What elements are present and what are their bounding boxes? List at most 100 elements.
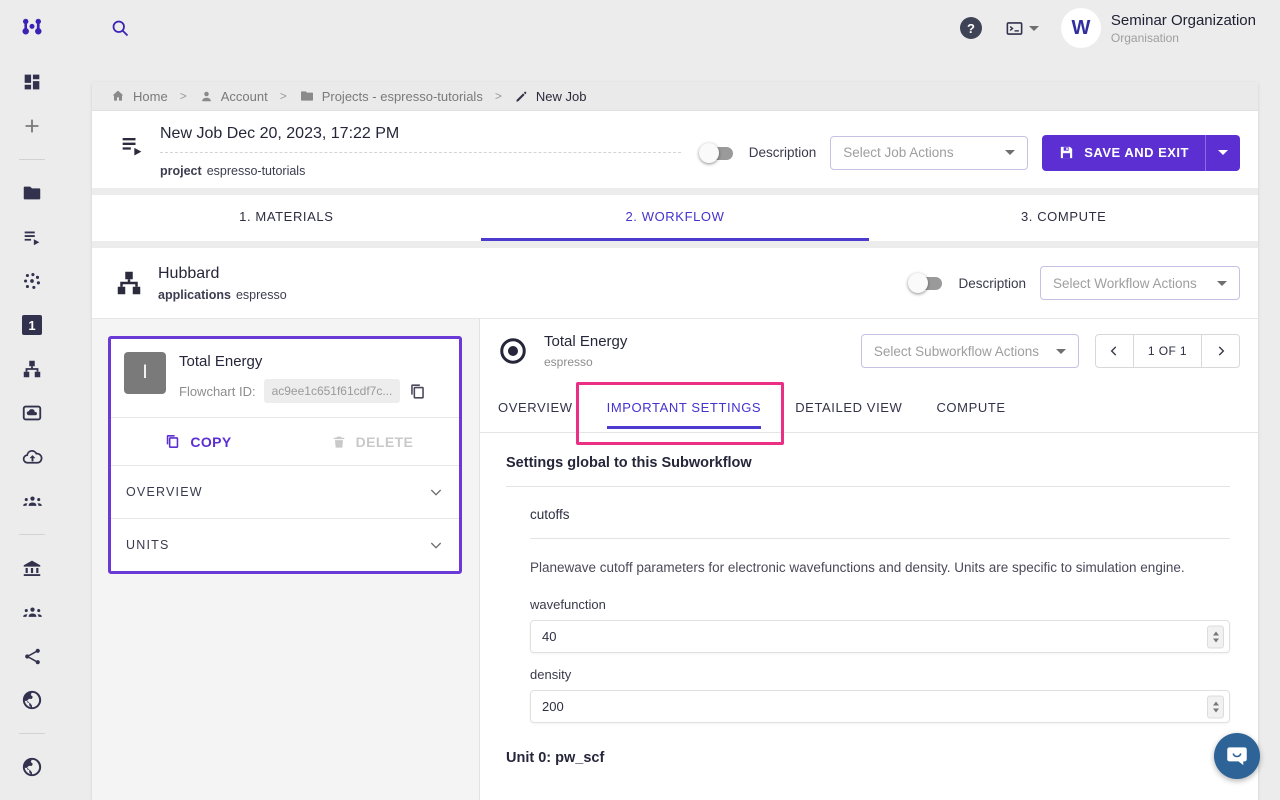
workflow-title: Hubbard <box>158 265 287 283</box>
people-icon[interactable] <box>20 600 44 624</box>
main-content: Home > Account > Projects - espresso-tut… <box>92 82 1258 800</box>
job-actions-select[interactable]: Select Job Actions <box>830 136 1028 170</box>
unit-badge: I <box>124 352 166 394</box>
delete-unit-button[interactable]: DELETE <box>285 433 459 450</box>
important-settings-content: Settings global to this Subworkflow cuto… <box>480 433 1258 800</box>
breadcrumb-separator: > <box>177 89 190 103</box>
pencil-icon <box>514 89 529 104</box>
density-stepper[interactable] <box>1207 695 1224 718</box>
folder-icon[interactable] <box>20 181 44 205</box>
section-gap <box>92 188 1258 195</box>
accordion-units[interactable]: UNITS <box>111 518 459 571</box>
subworkflow-title: Total Energy <box>544 333 627 350</box>
density-field <box>530 690 1230 723</box>
cloud-box-icon[interactable] <box>20 401 44 425</box>
chevron-down-icon <box>1005 150 1015 155</box>
unit-section-heading: Unit 0: pw_scf <box>506 750 1230 766</box>
unit-list-pane: I Total Energy Flowchart ID: ac9ee1c651f… <box>92 319 480 800</box>
workflows-icon[interactable] <box>20 357 44 381</box>
copy-id-icon[interactable] <box>408 382 427 401</box>
field-label-wavefunction: wavefunction <box>530 597 1230 612</box>
workflow-actions-select[interactable]: Select Workflow Actions <box>1040 266 1240 300</box>
breadcrumb-new-job[interactable]: New Job <box>514 89 587 104</box>
workflow-description-toggle[interactable] <box>908 273 944 293</box>
tab-materials[interactable]: 1. MATERIALS <box>92 195 481 241</box>
job-title-field[interactable]: New Job Dec 20, 2023, 17:22 PM <box>160 125 681 153</box>
breadcrumb-separator: > <box>492 89 505 103</box>
workflow-header: Hubbard applicationsespresso Description… <box>92 248 1258 318</box>
breadcrumb-home[interactable]: Home <box>110 88 168 104</box>
job-icon <box>118 131 146 178</box>
step-up-icon <box>1213 631 1219 635</box>
pager-prev-button[interactable] <box>1096 335 1133 367</box>
bank-icon[interactable] <box>20 556 44 580</box>
copy-icon <box>164 433 181 450</box>
save-and-exit-button[interactable]: SAVE AND EXIT <box>1042 135 1240 171</box>
chevron-left-icon <box>1107 344 1121 358</box>
team-icon[interactable] <box>20 489 44 513</box>
account-menu[interactable]: W Seminar Organization Organisation <box>1061 8 1256 48</box>
tab-compute-sub[interactable]: COMPUTE <box>936 383 1005 432</box>
step-down-icon <box>1213 708 1219 712</box>
chevron-down-icon <box>428 484 444 500</box>
subworkflow-tabs: OVERVIEW IMPORTANT SETTINGS DETAILED VIE… <box>480 383 1258 433</box>
pager-next-button[interactable] <box>1202 335 1239 367</box>
copy-unit-button[interactable]: COPY <box>111 433 285 450</box>
save-icon <box>1058 144 1075 161</box>
description-toggle-label: Description <box>749 145 817 160</box>
breadcrumb-account[interactable]: Account <box>199 89 268 104</box>
unit-card-title: Total Energy <box>179 353 427 370</box>
org-subtitle: Organisation <box>1111 31 1256 45</box>
step-up-icon <box>1213 701 1219 705</box>
field-label-density: density <box>530 667 1230 682</box>
settings-heading: Settings global to this Subworkflow <box>506 455 1230 487</box>
tab-important-settings[interactable]: IMPORTANT SETTINGS <box>607 383 762 432</box>
subworkflow-actions-select[interactable]: Select Subworkflow Actions <box>861 334 1079 368</box>
wavefunction-field <box>530 620 1230 653</box>
number-one-icon[interactable]: 1 <box>20 313 44 337</box>
terminal-caret-icon <box>1029 26 1039 31</box>
avatar[interactable]: W <box>1061 8 1101 48</box>
chat-button[interactable] <box>1214 733 1260 779</box>
group-description: Planewave cutoff parameters for electron… <box>530 539 1230 591</box>
sidebar-divider <box>19 534 45 535</box>
pager-label: 1 OF 1 <box>1133 335 1202 367</box>
flowchart-id-value[interactable]: ac9ee1c651f61cdf7c... <box>264 379 401 403</box>
breadcrumb-project[interactable]: Projects - espresso-tutorials <box>299 88 483 104</box>
job-project: projectespresso-tutorials <box>160 164 681 178</box>
home-icon <box>110 88 126 104</box>
job-header: New Job Dec 20, 2023, 17:22 PM projectes… <box>92 111 1258 188</box>
workflow-description-label: Description <box>958 276 1026 291</box>
search-icon[interactable] <box>110 18 131 39</box>
wavefunction-input[interactable] <box>530 620 1230 653</box>
globe-partial-icon[interactable] <box>20 755 44 779</box>
person-icon <box>199 89 214 104</box>
tab-detailed-view[interactable]: DETAILED VIEW <box>795 383 902 432</box>
description-toggle[interactable] <box>699 143 735 163</box>
tab-compute[interactable]: 3. COMPUTE <box>869 195 1258 241</box>
chevron-down-icon <box>1056 349 1066 354</box>
logo-icon[interactable] <box>0 15 64 41</box>
accordion-overview[interactable]: OVERVIEW <box>111 466 459 518</box>
jobs-icon[interactable] <box>20 225 44 249</box>
trash-icon <box>331 434 347 450</box>
globe-icon[interactable] <box>20 688 44 712</box>
sidebar-divider <box>19 733 45 734</box>
wavefunction-stepper[interactable] <box>1207 625 1224 648</box>
unit-card-total-energy[interactable]: I Total Energy Flowchart ID: ac9ee1c651f… <box>108 336 462 574</box>
help-icon[interactable]: ? <box>960 17 982 39</box>
breadcrumb: Home > Account > Projects - espresso-tut… <box>92 82 1258 111</box>
terminal-icon[interactable] <box>1004 19 1039 38</box>
materials-icon[interactable] <box>20 269 44 293</box>
density-input[interactable] <box>530 690 1230 723</box>
tab-workflow[interactable]: 2. WORKFLOW <box>481 195 870 241</box>
chevron-down-icon <box>1217 281 1227 286</box>
share-icon[interactable] <box>20 644 44 668</box>
subworkflow-pane: Total Energy espresso Select Subworkflow… <box>480 319 1258 800</box>
org-name: Seminar Organization <box>1111 12 1256 29</box>
dashboard-icon[interactable] <box>20 70 44 94</box>
save-menu-caret[interactable] <box>1206 135 1240 171</box>
plus-icon[interactable] <box>20 114 44 138</box>
cloud-upload-icon[interactable] <box>20 445 44 469</box>
tab-overview[interactable]: OVERVIEW <box>498 383 573 432</box>
